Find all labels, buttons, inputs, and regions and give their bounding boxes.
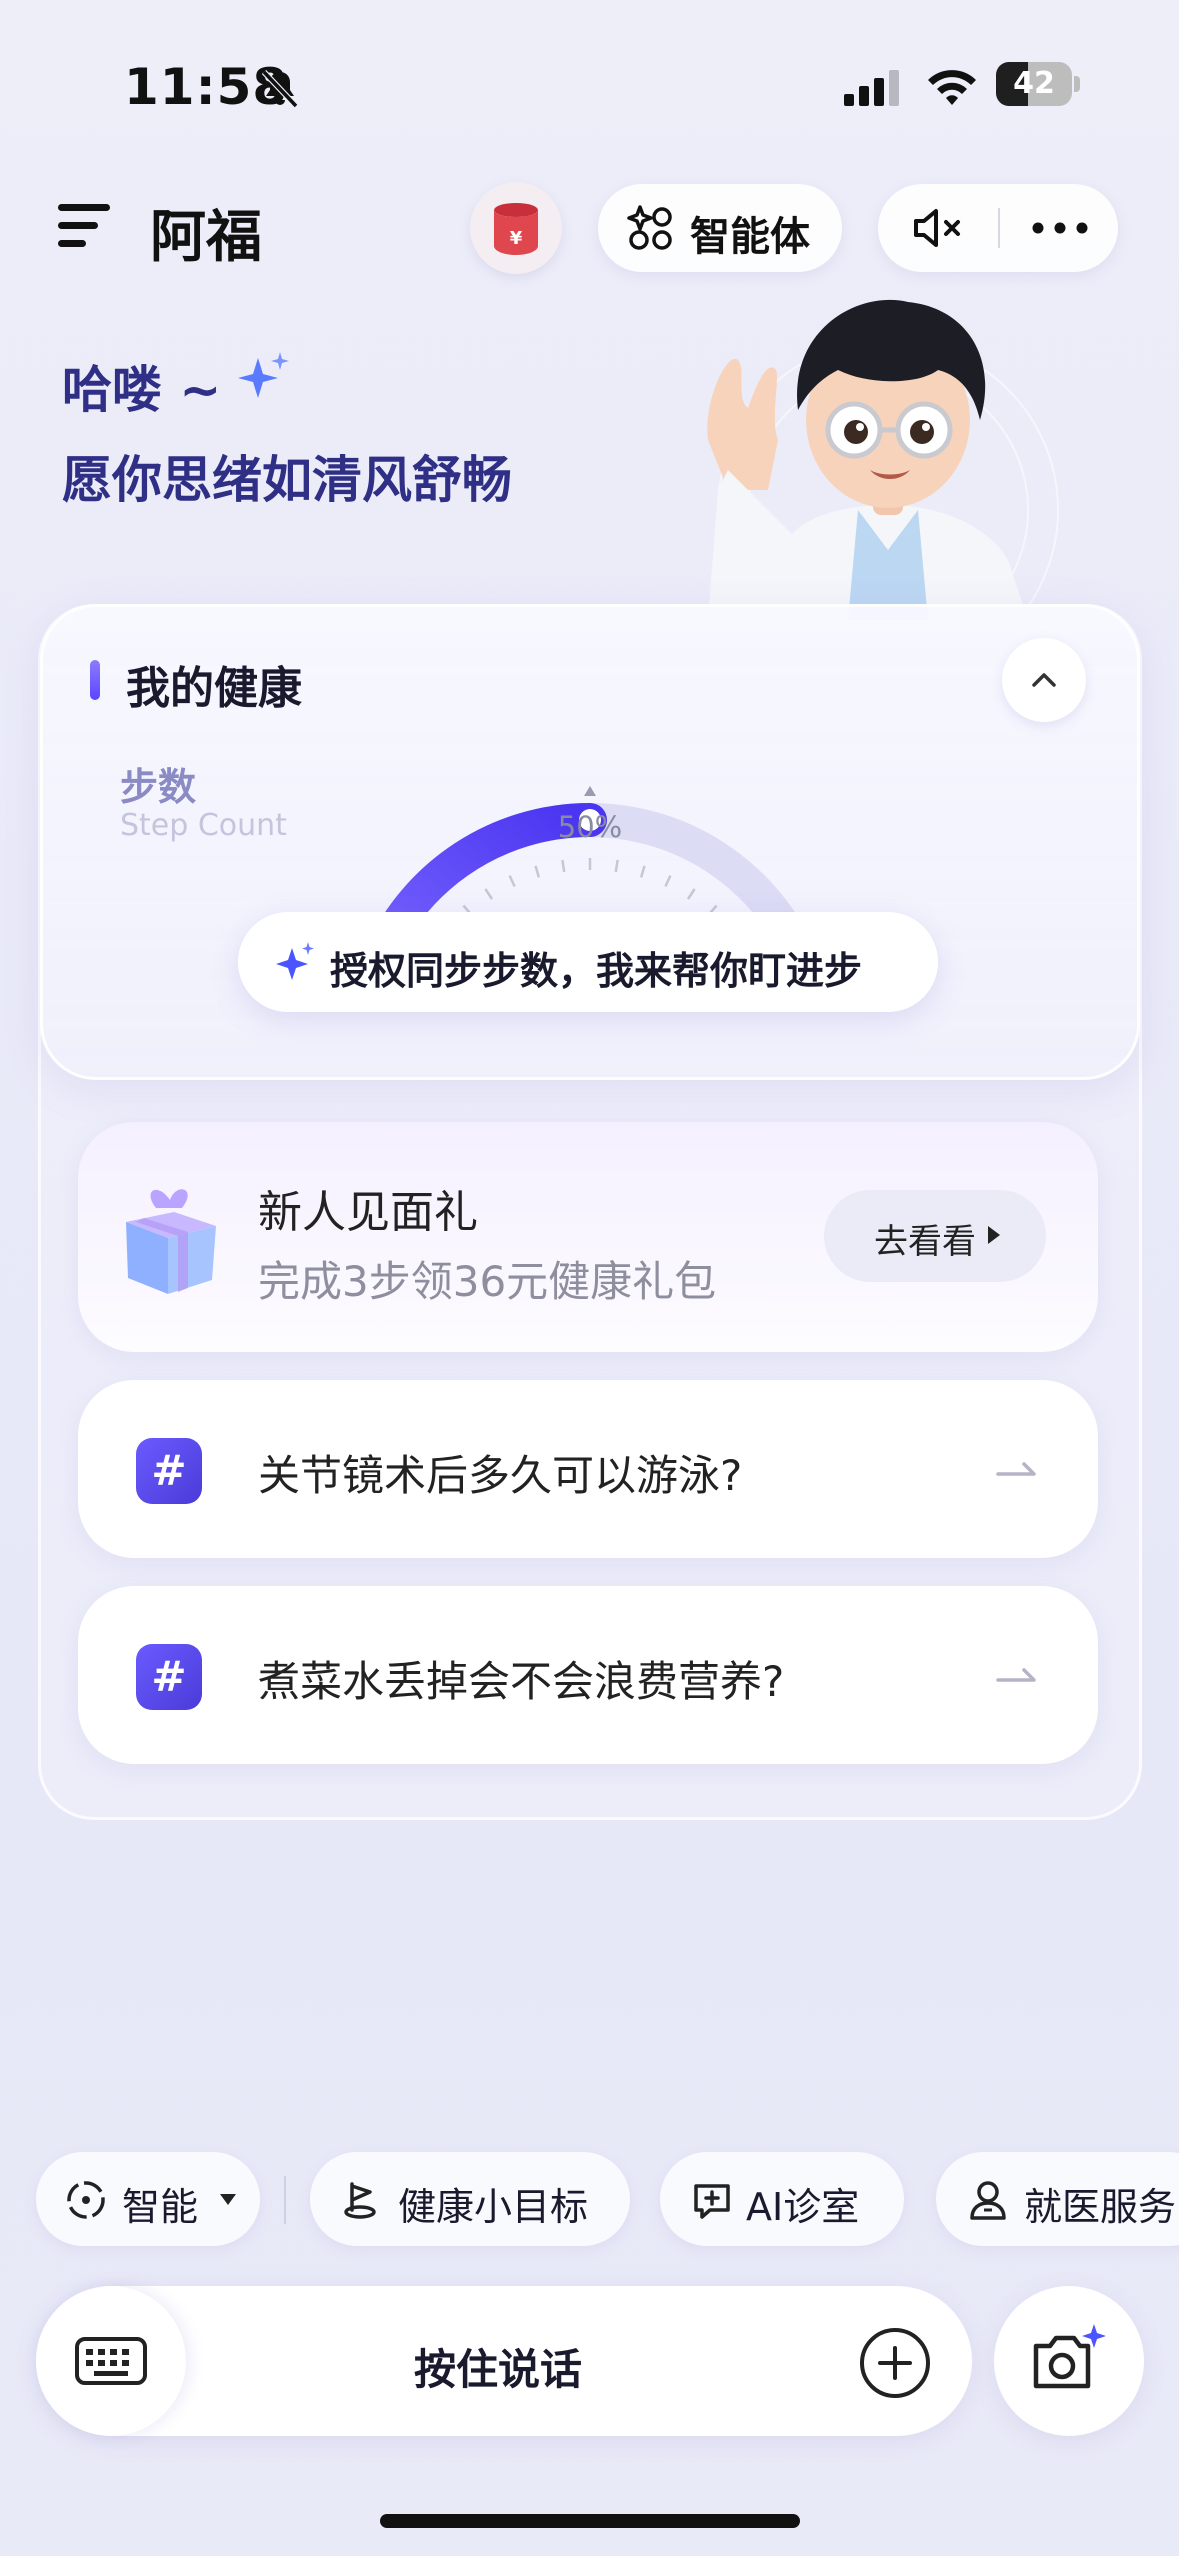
medical-service-label: 就医服务 <box>1024 2185 1177 2229</box>
smart-mode-selector[interactable]: 智能 <box>36 2152 260 2246</box>
gauge-tick <box>639 865 646 878</box>
smart-mode-label: 智能 <box>122 2185 199 2229</box>
chevron-up-icon <box>1032 673 1056 687</box>
view-gift-button[interactable]: 去看看 <box>824 1190 1046 1282</box>
svg-text:¥: ¥ <box>510 228 523 249</box>
gauge-tick <box>508 875 516 888</box>
more-icon[interactable] <box>1030 214 1090 242</box>
gauge-tick <box>664 875 672 888</box>
keyboard-icon <box>75 2337 147 2385</box>
hashtag-icon: # <box>136 1438 202 1504</box>
signal-icon <box>844 70 899 106</box>
agent-icon <box>627 205 672 250</box>
gauge-tick <box>534 865 541 878</box>
header-divider <box>998 208 1000 248</box>
ai-clinic-chip[interactable]: AI诊室 <box>660 2152 904 2246</box>
app-title: 阿福 <box>150 205 262 270</box>
health-goal-chip[interactable]: 健康小目标 <box>310 2152 630 2246</box>
camera-button[interactable] <box>994 2286 1144 2436</box>
coin-jar-button[interactable]: ¥ <box>470 182 562 274</box>
hold-to-talk-label: 按住说话 <box>414 2345 583 2394</box>
caret-down-icon <box>220 2194 236 2205</box>
gauge-tick <box>614 859 619 873</box>
greeting-hello: 哈喽 ~ <box>62 361 222 419</box>
flag-icon <box>344 2182 376 2219</box>
sparkle-icon <box>238 352 289 398</box>
home-indicator <box>380 2514 800 2528</box>
gauge-tick <box>484 888 494 900</box>
battery-tip <box>1074 76 1080 92</box>
health-title-marker <box>90 660 100 700</box>
ai-clinic-label: AI诊室 <box>746 2185 860 2229</box>
add-icon[interactable] <box>858 2326 932 2400</box>
gauge-tick <box>686 888 696 900</box>
chip-divider <box>284 2176 286 2224</box>
sync-steps-button[interactable]: 授权同步步数，我来帮你盯进步 <box>238 912 938 1012</box>
arrow-right-icon <box>996 1462 1036 1476</box>
agent-button[interactable]: 智能体 <box>598 184 842 272</box>
header-actions <box>878 184 1118 272</box>
gauge-tick <box>561 859 566 873</box>
sparkle-icon <box>276 942 314 980</box>
smart-mode-icon <box>67 2181 105 2219</box>
gift-title: 新人见面礼 <box>258 1187 478 1238</box>
collapse-button[interactable] <box>1002 638 1086 722</box>
hashtag-icon: # <box>136 1644 202 1710</box>
play-arrow-icon <box>988 1226 1000 1244</box>
camera-sparkle-icon <box>1033 2324 1106 2389</box>
menu-icon[interactable] <box>58 202 110 250</box>
gauge-pointer-icon <box>584 786 596 796</box>
gift-subtitle: 完成3步领36元健康礼包 <box>258 1257 717 1306</box>
view-gift-label: 去看看 <box>874 1222 976 1262</box>
sync-steps-text: 授权同步步数，我来帮你盯进步 <box>330 949 863 993</box>
doctor-avatar <box>707 299 1059 620</box>
medical-service-chip[interactable]: 就医服务 <box>936 2152 1179 2246</box>
health-title: 我的健康 <box>126 663 302 714</box>
coin-jar-icon: ¥ <box>494 203 538 255</box>
bell-off-icon <box>261 69 299 109</box>
step-count-sublabel: Step Count <box>120 808 287 843</box>
battery-level: 42 <box>1013 66 1055 101</box>
wifi-icon <box>928 70 976 105</box>
greeting-message: 愿你思绪如清风舒畅 <box>62 451 512 509</box>
question-text: 关节镜术后多久可以游泳? <box>258 1451 743 1500</box>
mute-icon[interactable] <box>910 204 966 252</box>
doctor-icon <box>970 2181 1006 2220</box>
question-text: 煮菜水丢掉会不会浪费营养? <box>258 1657 785 1706</box>
battery-indicator: 42 <box>996 62 1080 106</box>
health-goal-label: 健康小目标 <box>398 2185 589 2229</box>
arrow-right-icon <box>996 1668 1036 1682</box>
chat-plus-icon <box>694 2184 730 2219</box>
step-count-label: 步数 <box>120 765 197 809</box>
gift-icon <box>126 1189 216 1294</box>
agent-button-label: 智能体 <box>690 214 810 260</box>
gauge-percent: 50% <box>558 810 622 844</box>
keyboard-toggle-button[interactable] <box>36 2286 186 2436</box>
